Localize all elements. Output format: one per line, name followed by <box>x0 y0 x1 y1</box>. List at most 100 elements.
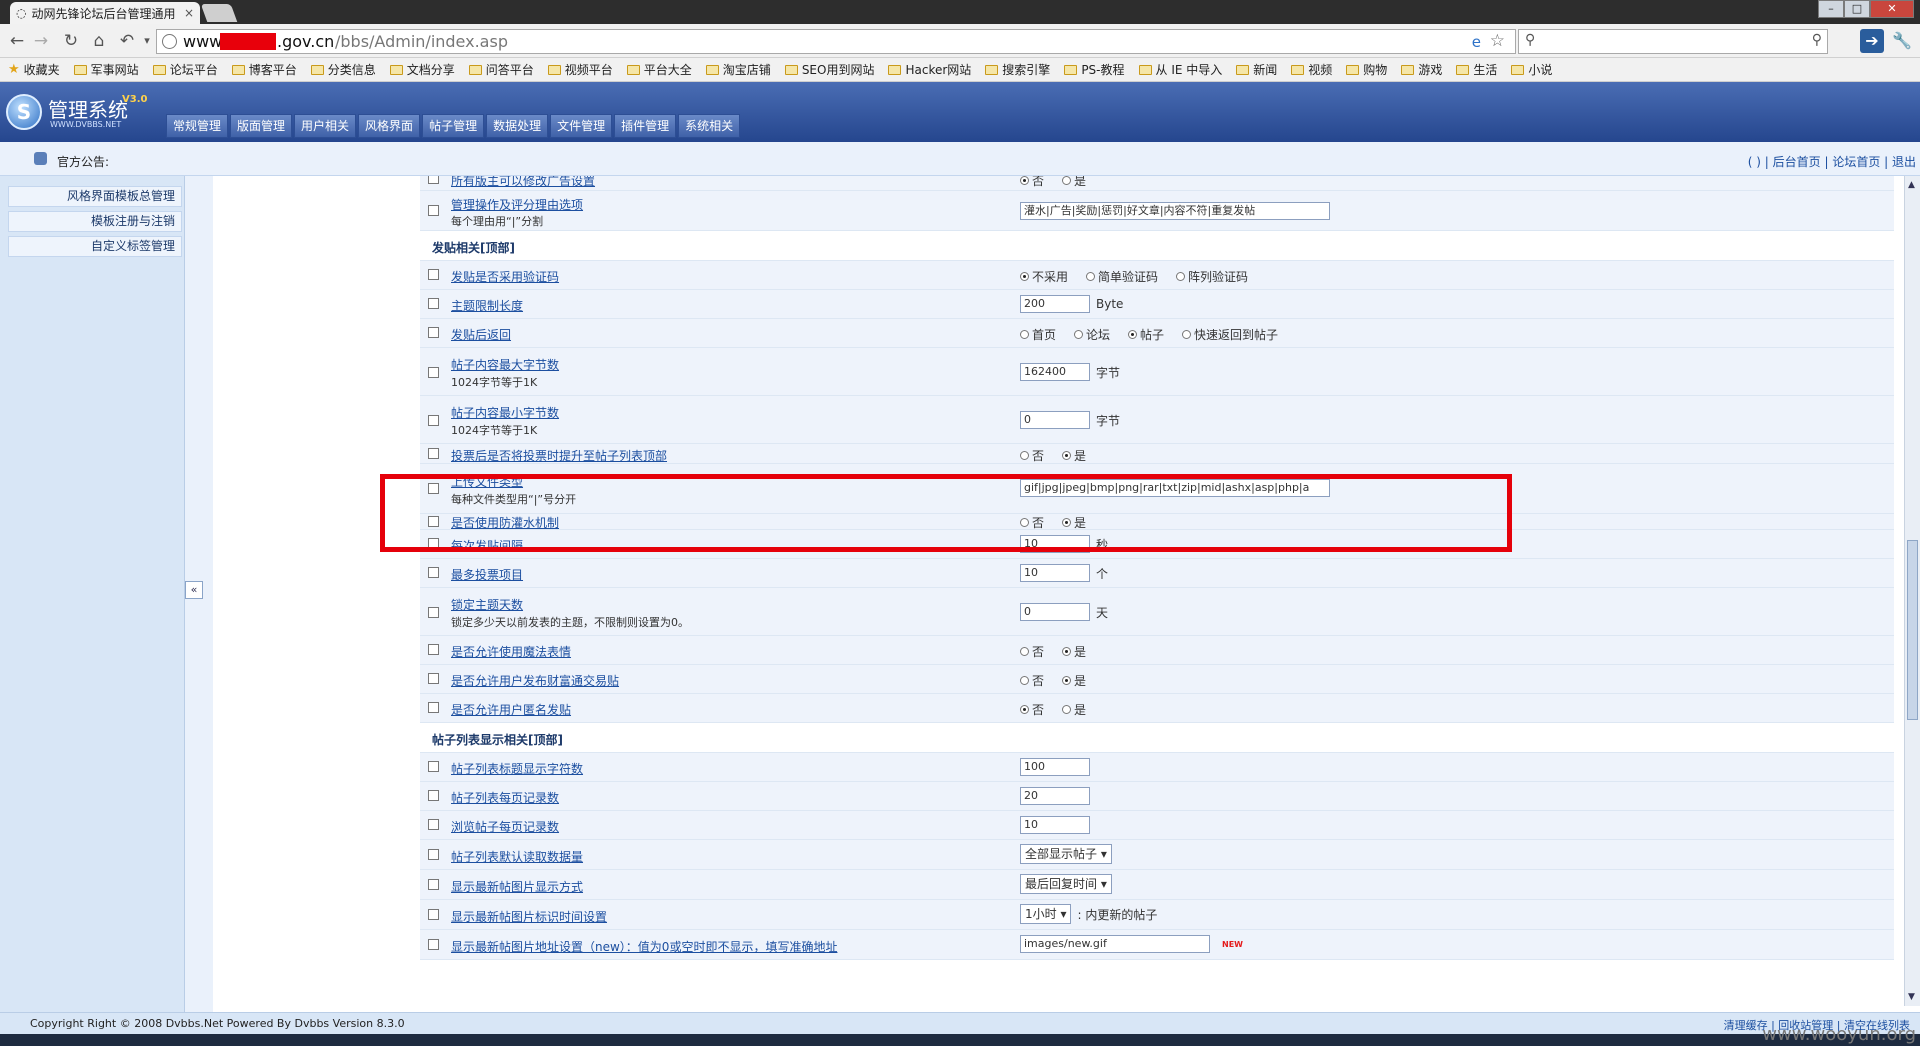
scrollbar-thumb[interactable] <box>1907 540 1918 720</box>
scroll-down-icon[interactable]: ▼ <box>1908 992 1915 1002</box>
bookmark-folder[interactable]: PS-教程 <box>1064 61 1125 78</box>
row-checkbox[interactable] <box>428 176 439 184</box>
bookmark-folder[interactable]: 军事网站 <box>73 61 139 78</box>
new-image-path-input[interactable]: images/new.gif <box>1020 935 1210 953</box>
menu-plugins[interactable]: 插件管理 <box>614 114 677 138</box>
bookmark-folder[interactable]: 平台大全 <box>626 61 692 78</box>
forward-arrow-icon[interactable]: → <box>30 30 52 52</box>
url-field[interactable]: www. .gov.cn /bbs/Admin/index.asp e ☆ <box>156 29 1516 54</box>
vertical-scrollbar[interactable]: ▲ ▼ <box>1904 176 1920 1006</box>
radio-option[interactable]: 是 <box>1062 701 1086 718</box>
reload-icon[interactable]: ↻ <box>60 30 82 52</box>
collapse-sidebar-button[interactable]: « <box>185 581 203 599</box>
row-checkbox[interactable] <box>428 415 439 426</box>
radio-option[interactable]: 否 <box>1020 672 1044 689</box>
row-checkbox[interactable] <box>428 367 439 378</box>
bookmark-folder[interactable]: 博客平台 <box>231 61 297 78</box>
setting-label[interactable]: 帖子列表标题显示字符数 <box>451 760 583 777</box>
bookmark-folder[interactable]: 新闻 <box>1236 61 1277 78</box>
browser-tab[interactable]: ◌ 动网先锋论坛后台管理通用 × <box>10 2 200 24</box>
row-checkbox[interactable] <box>428 849 439 860</box>
menu-boards[interactable]: 版面管理 <box>230 114 293 138</box>
default-read-select[interactable]: 全部显示帖子 <box>1020 844 1112 864</box>
view-page-size-input[interactable]: 10 <box>1020 816 1090 834</box>
menu-posts[interactable]: 帖子管理 <box>422 114 485 138</box>
row-checkbox[interactable] <box>428 702 439 713</box>
home-icon[interactable]: ⌂ <box>88 30 110 52</box>
scroll-up-icon[interactable]: ▲ <box>1908 180 1915 190</box>
bookmark-folder[interactable]: SEO用到网站 <box>784 61 874 78</box>
bookmark-folder[interactable]: 问答平台 <box>468 61 534 78</box>
sidebar-item-custom-tags[interactable]: 自定义标签管理 <box>8 236 182 257</box>
bookmark-folder[interactable]: 游戏 <box>1401 61 1442 78</box>
bookmark-folder[interactable]: 分类信息 <box>310 61 376 78</box>
new-image-time-select[interactable]: 1小时 <box>1020 904 1072 924</box>
menu-users[interactable]: 用户相关 <box>294 114 357 138</box>
radio-option[interactable]: 是 <box>1062 672 1086 689</box>
bookmark-folder[interactable]: 论坛平台 <box>152 61 218 78</box>
setting-label[interactable]: 投票后是否将投票时提升至帖子列表顶部 <box>451 447 667 463</box>
min-bytes-input[interactable]: 0 <box>1020 411 1090 429</box>
setting-label[interactable]: 是否允许用户匿名发贴 <box>451 701 571 718</box>
radio-option[interactable]: 快速返回到帖子 <box>1182 326 1278 343</box>
new-tab-button[interactable] <box>200 4 238 22</box>
menu-data[interactable]: 数据处理 <box>486 114 549 138</box>
setting-label[interactable]: 是否允许使用魔法表情 <box>451 643 571 660</box>
search-go-icon[interactable]: ⚲ <box>1812 32 1822 48</box>
menu-system[interactable]: 系统相关 <box>678 114 741 138</box>
list-page-size-input[interactable]: 20 <box>1020 787 1090 805</box>
row-checkbox[interactable] <box>428 761 439 772</box>
row-checkbox[interactable] <box>428 205 439 216</box>
setting-label[interactable]: 帖子列表默认读取数据量 <box>451 848 583 865</box>
radio-option[interactable]: 阵列验证码 <box>1176 268 1248 285</box>
list-title-chars-input[interactable]: 100 <box>1020 758 1090 776</box>
new-image-mode-select[interactable]: 最后回复时间 <box>1020 874 1112 894</box>
radio-option[interactable]: 否 <box>1020 701 1044 718</box>
radio-option[interactable]: 否 <box>1020 643 1044 660</box>
bookmark-folder[interactable]: Hacker网站 <box>888 61 971 78</box>
menu-styles[interactable]: 风格界面 <box>358 114 421 138</box>
setting-label[interactable]: 显示最新帖图片地址设置（new）：值为0或空时即不显示，填写准确地址 <box>451 938 837 955</box>
setting-label[interactable]: 管理操作及评分理由选项 <box>451 196 583 213</box>
radio-option[interactable]: 是 <box>1062 176 1086 189</box>
setting-label[interactable]: 锁定主题天数 <box>451 596 523 613</box>
radio-option[interactable]: 简单验证码 <box>1086 268 1158 285</box>
back-arrow-icon[interactable]: ← <box>6 30 28 52</box>
bookmark-folder[interactable]: 搜索引擎 <box>985 61 1050 78</box>
tab-close-icon[interactable]: × <box>184 6 194 20</box>
bookmark-folder[interactable]: 从 IE 中导入 <box>1138 61 1222 78</box>
radio-option[interactable]: 否 <box>1020 447 1044 463</box>
bookmark-folder[interactable]: 生活 <box>1456 61 1497 78</box>
setting-label[interactable]: 帖子内容最小字节数 <box>451 404 559 421</box>
bookmark-favorites[interactable]: ★ 收藏夹 <box>8 61 60 78</box>
bookmark-folder[interactable]: 视频 <box>1291 61 1332 78</box>
wrench-icon[interactable]: 🔧 <box>1890 29 1914 53</box>
setting-label[interactable]: 帖子内容最大字节数 <box>451 356 559 373</box>
bookmark-folder[interactable]: 小说 <box>1511 61 1552 78</box>
maximize-icon[interactable]: □ <box>1844 0 1870 18</box>
history-dropdown-icon[interactable]: ▾ <box>136 30 158 52</box>
reason-options-input[interactable]: 灌水|广告|奖励|惩罚|好文章|内容不符|重复发帖 <box>1020 202 1330 220</box>
menu-files[interactable]: 文件管理 <box>550 114 613 138</box>
max-bytes-input[interactable]: 162400 <box>1020 363 1090 381</box>
row-checkbox[interactable] <box>428 819 439 830</box>
close-window-icon[interactable]: ✕ <box>1870 0 1914 18</box>
setting-label[interactable]: 发贴是否采用验证码 <box>451 268 559 285</box>
setting-label[interactable]: 帖子列表每页记录数 <box>451 789 559 806</box>
radio-option[interactable]: 是 <box>1062 447 1086 463</box>
sidebar-item-template-manage[interactable]: 风格界面模板总管理 <box>8 186 182 207</box>
row-checkbox[interactable] <box>428 298 439 309</box>
row-checkbox[interactable] <box>428 909 439 920</box>
lock-days-input[interactable]: 0 <box>1020 603 1090 621</box>
minimize-icon[interactable]: – <box>1818 0 1844 18</box>
row-checkbox[interactable] <box>428 790 439 801</box>
undo-icon[interactable]: ↶ <box>116 30 138 52</box>
row-checkbox[interactable] <box>428 567 439 578</box>
bookmark-folder[interactable]: 购物 <box>1346 61 1387 78</box>
bookmark-star-icon[interactable]: ☆ <box>1490 31 1505 51</box>
radio-option[interactable]: 是 <box>1062 643 1086 660</box>
max-vote-items-input[interactable]: 10 <box>1020 564 1090 582</box>
setting-label[interactable]: 是否允许用户发布财富通交易贴 <box>451 672 619 689</box>
radio-option[interactable]: 帖子 <box>1128 326 1164 343</box>
setting-label[interactable]: 显示最新帖图片标识时间设置 <box>451 908 607 925</box>
